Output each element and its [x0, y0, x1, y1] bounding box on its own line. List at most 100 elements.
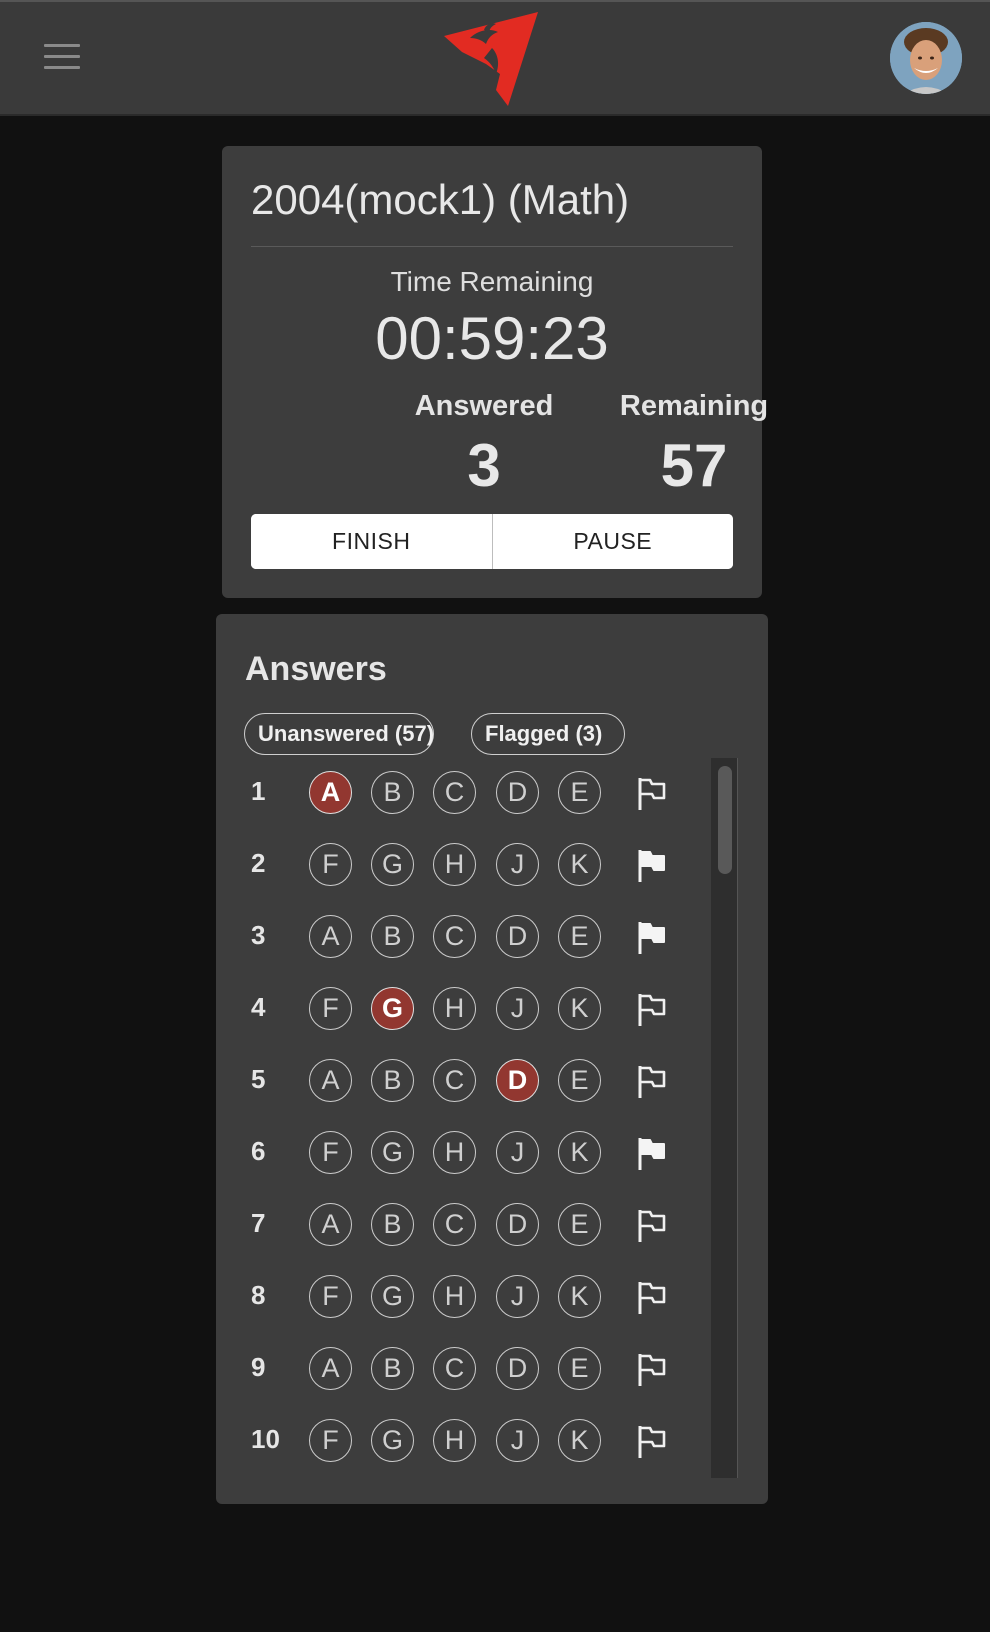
answered-count: 3 — [467, 432, 501, 499]
answer-row: 4 FGHJK — [216, 974, 756, 1046]
answer-option-g[interactable]: G — [371, 1131, 414, 1174]
question-number: 10 — [251, 1424, 280, 1454]
answer-option-g[interactable]: G — [371, 987, 414, 1030]
filter-unanswered-chip[interactable]: Unanswered (57) — [244, 713, 434, 755]
answer-row: 8 FGHJK — [216, 1262, 756, 1334]
pause-button[interactable]: PAUSE — [491, 514, 733, 569]
answer-option-e[interactable]: E — [558, 1203, 601, 1246]
finish-button[interactable]: FINISH — [251, 514, 492, 569]
answer-option-f[interactable]: F — [309, 1131, 352, 1174]
remaining-label: Remaining — [619, 390, 769, 422]
answer-option-f[interactable]: F — [309, 987, 352, 1030]
answer-option-j[interactable]: J — [496, 843, 539, 886]
exam-timer-card: 2004(mock1) (Math) Time Remaining 00:59:… — [222, 146, 768, 598]
answers-card: Answers Unanswered (57) Flagged (3) 1ABC… — [216, 614, 768, 1504]
answer-option-e[interactable]: E — [558, 1347, 601, 1390]
answer-option-f[interactable]: F — [309, 843, 352, 886]
answer-option-k[interactable]: K — [558, 1419, 601, 1462]
answer-option-c[interactable]: C — [433, 1203, 476, 1246]
answer-option-c[interactable]: C — [433, 1059, 476, 1102]
answer-option-j[interactable]: J — [496, 987, 539, 1030]
scrollbar-thumb[interactable] — [718, 766, 732, 874]
answer-option-e[interactable]: E — [558, 915, 601, 958]
question-number: 7 — [251, 1208, 266, 1238]
flag-outline-icon[interactable] — [636, 1352, 668, 1388]
answer-option-d[interactable]: D — [496, 771, 539, 814]
question-number: 1 — [251, 776, 266, 806]
hamburger-menu-icon[interactable] — [44, 44, 80, 70]
answer-option-f[interactable]: F — [309, 1275, 352, 1318]
question-number: 4 — [251, 992, 266, 1022]
answer-option-k[interactable]: K — [558, 1131, 601, 1174]
answer-option-k[interactable]: K — [558, 1275, 601, 1318]
flag-outline-icon[interactable] — [636, 1424, 668, 1460]
brand-logo[interactable] — [440, 8, 544, 108]
flag-filled-icon[interactable] — [636, 848, 668, 884]
answer-list[interactable]: 1ABCDE2FGHJK3ABCDE4FGHJK5ABCDE6FGHJK7ABC… — [216, 758, 768, 1484]
answer-option-a[interactable]: A — [309, 1059, 352, 1102]
answer-row: 5 ABCDE — [216, 1046, 756, 1118]
answer-option-h[interactable]: H — [433, 1419, 476, 1462]
answer-option-c[interactable]: C — [433, 915, 476, 958]
answer-option-b[interactable]: B — [371, 1347, 414, 1390]
answer-option-d[interactable]: D — [496, 1347, 539, 1390]
answer-list-scrollbar[interactable] — [711, 758, 738, 1478]
answer-row: 9 ABCDE — [216, 1334, 756, 1406]
answer-option-k[interactable]: K — [558, 987, 601, 1030]
answer-option-j[interactable]: J — [496, 1275, 539, 1318]
answer-option-d[interactable]: D — [496, 915, 539, 958]
answer-option-h[interactable]: H — [433, 1275, 476, 1318]
flag-outline-icon[interactable] — [636, 776, 668, 812]
filter-flagged-chip[interactable]: Flagged (3) — [471, 713, 625, 755]
answers-title: Answers — [245, 650, 387, 688]
answer-option-g[interactable]: G — [371, 1419, 414, 1462]
flag-filled-icon[interactable] — [636, 920, 668, 956]
answer-option-h[interactable]: H — [433, 843, 476, 886]
answer-option-c[interactable]: C — [433, 1347, 476, 1390]
answer-option-b[interactable]: B — [371, 1059, 414, 1102]
flag-filled-icon[interactable] — [636, 1136, 668, 1172]
answer-row: 6 FGHJK — [216, 1118, 756, 1190]
flag-outline-icon[interactable] — [636, 1280, 668, 1316]
divider — [251, 246, 733, 247]
answer-row: 10 F G H J K — [216, 1406, 756, 1478]
answer-option-a[interactable]: A — [309, 1347, 352, 1390]
answer-option-j[interactable]: J — [496, 1131, 539, 1174]
answer-option-b[interactable]: B — [371, 915, 414, 958]
answer-option-a[interactable]: A — [309, 771, 352, 814]
answered-stat: Answered 3 — [384, 390, 584, 500]
answer-row: 2 FGHJK — [216, 830, 756, 902]
answer-option-h[interactable]: H — [433, 1131, 476, 1174]
answer-option-d[interactable]: D — [496, 1203, 539, 1246]
question-number: 6 — [251, 1136, 266, 1166]
question-number: 5 — [251, 1064, 266, 1094]
flag-outline-icon[interactable] — [636, 1064, 668, 1100]
time-remaining-label: Time Remaining — [390, 266, 594, 297]
answer-option-b[interactable]: B — [371, 771, 414, 814]
answer-option-b[interactable]: B — [371, 1203, 414, 1246]
avatar-icon — [890, 22, 962, 94]
answer-option-c[interactable]: C — [433, 771, 476, 814]
flag-outline-icon[interactable] — [636, 992, 668, 1028]
answered-label: Answered — [414, 390, 554, 422]
answer-option-g[interactable]: G — [371, 1275, 414, 1318]
answer-option-d[interactable]: D — [496, 1059, 539, 1102]
answer-option-e[interactable]: E — [558, 771, 601, 814]
exam-title: 2004(mock1) (Math) — [251, 176, 630, 223]
answer-row: 1 ABCDE — [216, 758, 756, 830]
user-avatar[interactable] — [890, 22, 962, 94]
time-remaining-value: 00:59:23 — [375, 305, 609, 372]
answer-option-a[interactable]: A — [309, 915, 352, 958]
question-number: 8 — [251, 1280, 266, 1310]
answer-option-a[interactable]: A — [309, 1203, 352, 1246]
answer-option-f[interactable]: F — [309, 1419, 352, 1462]
flag-outline-icon[interactable] — [636, 1208, 668, 1244]
exam-action-buttons: FINISH PAUSE — [251, 514, 733, 569]
answer-option-j[interactable]: J — [496, 1419, 539, 1462]
answer-option-e[interactable]: E — [558, 1059, 601, 1102]
answer-option-g[interactable]: G — [371, 843, 414, 886]
question-number: 3 — [251, 920, 266, 950]
answer-option-h[interactable]: H — [433, 987, 476, 1030]
remaining-count: 57 — [660, 432, 728, 499]
answer-option-k[interactable]: K — [558, 843, 601, 886]
